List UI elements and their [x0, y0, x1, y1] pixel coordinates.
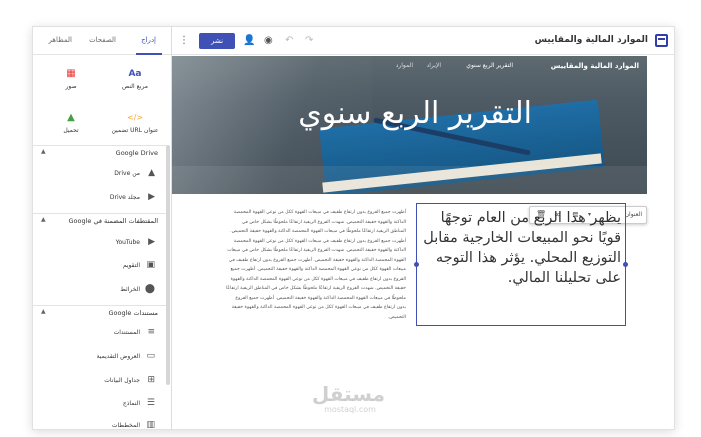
insert-panel: إدراج الصفحات المظاهر Aa مربع النص ▦ صور… [33, 27, 172, 430]
mostaql-watermark: مستقل mostaql.com [311, 382, 385, 415]
item-calendar[interactable]: التقويم ▣ [33, 259, 166, 273]
hero-title[interactable]: التقرير الربع سنوي [298, 96, 532, 131]
item-charts[interactable]: المخططات ▥ [33, 419, 166, 430]
map-pin-icon: ⬤ [144, 284, 155, 294]
tab-insert[interactable]: إدراج [141, 36, 156, 44]
section-google-drive[interactable]: Google Drive ▲ [33, 145, 166, 159]
app-window: إدراج الصفحات المظاهر Aa مربع النص ▦ صور… [32, 26, 675, 430]
body-text-left[interactable]: أظهرت جميع الفروع بدون ارتفاع طفيف في مب… [226, 208, 406, 322]
undo-icon[interactable]: ↶ [285, 33, 293, 49]
item-sheets-label: جداول البيانات [104, 377, 140, 384]
embed-icon: </> [126, 113, 144, 122]
insert-images[interactable]: ▦ صور [41, 67, 101, 90]
watermark-main: مستقل [311, 382, 385, 406]
active-tab-indicator [136, 53, 162, 55]
item-calendar-label: التقويم [122, 262, 140, 269]
item-drive-folder[interactable]: مجلد Drive ▶ [33, 191, 166, 205]
insert-embed-label: عنوان URL تضمين [111, 127, 159, 134]
item-slides-label: العروض التقديمية [96, 353, 140, 360]
panel-scrollbar[interactable] [166, 145, 170, 385]
top-app-bar: ⋮ نشر 👤 ◉ ↶ ↷ الموارد المالية والمقاييس [172, 27, 674, 55]
youtube-icon: ▶ [148, 237, 155, 247]
redo-icon[interactable]: ↷ [305, 33, 313, 49]
item-docs[interactable]: المستندات ≡ [33, 326, 166, 340]
chevron-up-icon: ▲ [41, 148, 46, 155]
section-google-embeds-label: المقتطفات المضمنة في Google [68, 217, 158, 225]
insert-images-label: صور [65, 83, 77, 90]
item-docs-label: المستندات [113, 329, 140, 336]
item-maps-label: الخرائط [120, 286, 140, 293]
insert-upload[interactable]: ▲ تحميل [41, 111, 101, 134]
section-google-docs-label: مستندات Google [108, 309, 158, 317]
section-google-embeds[interactable]: المقتطفات المضمنة في Google ▲ [33, 213, 166, 227]
item-slides[interactable]: العروض التقديمية ▭ [33, 350, 166, 364]
watermark-sub: mostaql.com [324, 405, 376, 414]
item-forms[interactable]: النماذج ☰ [33, 397, 166, 411]
drive-icon: ▲ [148, 168, 155, 178]
resize-handle-right[interactable] [623, 262, 628, 267]
drive-folder-icon: ▶ [148, 192, 155, 202]
site-preview: الموارد المالية والمقاييس التقرير الربع … [172, 56, 674, 429]
panel-tabs: إدراج الصفحات المظاهر [33, 27, 172, 55]
item-forms-label: النماذج [122, 400, 140, 407]
more-vert-icon[interactable]: ⋮ [179, 33, 189, 49]
section-google-docs[interactable]: مستندات Google ▲ [33, 305, 166, 319]
hero-site-name[interactable]: الموارد المالية والمقاييس [551, 62, 639, 70]
item-sheets[interactable]: جداول البيانات ⊞ [33, 374, 166, 388]
nav-revenue[interactable]: الإيراد [427, 62, 441, 69]
docs-icon: ≡ [147, 327, 155, 337]
images-icon: ▦ [66, 68, 76, 79]
resize-handle-left[interactable] [414, 262, 419, 267]
nav-resources[interactable]: الموارد [396, 62, 413, 69]
insert-embed[interactable]: </> عنوان URL تضمين [105, 111, 165, 134]
item-maps[interactable]: الخرائط ⬤ [33, 283, 166, 297]
calendar-icon: ▣ [146, 260, 155, 270]
section-google-drive-label: Google Drive [115, 149, 158, 157]
insert-text-box[interactable]: Aa مربع النص [105, 67, 165, 90]
chevron-up-icon: ▲ [41, 216, 46, 223]
sheets-icon: ⊞ [147, 375, 155, 385]
preview-eye-icon[interactable]: ◉ [264, 33, 273, 49]
forms-icon: ☰ [146, 398, 155, 408]
text-box-icon: Aa [128, 69, 142, 79]
item-drive-folder-label: مجلد Drive [109, 194, 140, 201]
item-from-drive-label: من Drive [114, 170, 140, 177]
hero-banner[interactable]: الموارد المالية والمقاييس التقرير الربع … [172, 56, 647, 194]
site-title: الموارد المالية والمقاييس [534, 35, 648, 45]
insert-upload-label: تحميل [63, 127, 79, 134]
hero-image-table [172, 166, 647, 194]
heading-style-select[interactable]: العنوان [625, 211, 642, 218]
item-youtube-label: YouTube [115, 239, 140, 246]
selected-text-box[interactable]: يظهر هذا الربع من العام توجهًا قويًا نحو… [414, 203, 628, 326]
tab-themes[interactable]: المظاهر [48, 36, 72, 44]
item-youtube[interactable]: YouTube ▶ [33, 236, 166, 250]
item-charts-label: المخططات [111, 422, 140, 429]
add-person-icon[interactable]: 👤 [243, 33, 255, 49]
tab-pages[interactable]: الصفحات [89, 36, 116, 44]
nav-quarterly-report[interactable]: التقرير الربع سنوي [466, 62, 513, 69]
slides-icon: ▭ [146, 351, 155, 361]
google-sites-icon [655, 34, 668, 47]
charts-icon: ▥ [146, 420, 155, 430]
insert-text-box-label: مربع النص [122, 83, 148, 90]
publish-button[interactable]: نشر [199, 33, 235, 49]
body-text-right[interactable]: يظهر هذا الربع من العام توجهًا قويًا نحو… [423, 208, 621, 288]
upload-icon: ▲ [67, 112, 75, 123]
item-from-drive[interactable]: من Drive ▲ [33, 167, 166, 181]
chevron-up-icon: ▲ [41, 308, 46, 315]
